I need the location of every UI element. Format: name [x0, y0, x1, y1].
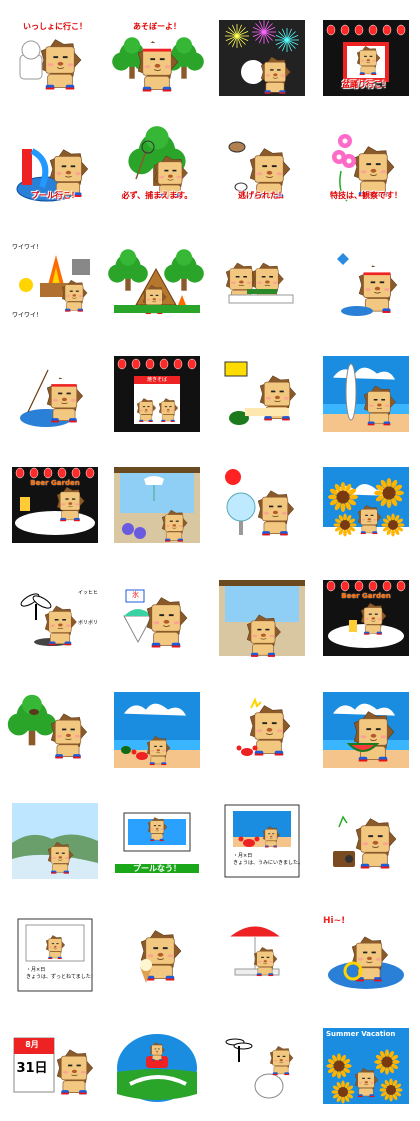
sticker-17[interactable]: Beer Garden [12, 467, 98, 543]
sticker-caption: 盆踊り行こ！ [342, 80, 390, 89]
sticker-caption: 逃げられた！ [238, 191, 286, 200]
sticker-illustration [328, 936, 404, 989]
sticker-illustration [7, 694, 88, 759]
sticker-19[interactable] [219, 467, 305, 543]
sticker-illustration [323, 467, 409, 537]
sticker-22[interactable]: 氷 [114, 580, 200, 656]
sticker-illustration [323, 692, 409, 768]
sticker-14[interactable]: 焼きそば [114, 356, 200, 432]
sticker-21[interactable]: イッヒヒ ボリボリ [12, 580, 98, 656]
sticker-31[interactable]: ・月×日 きょうは、うみにいきました。 [219, 803, 305, 879]
sticker-illustration [333, 815, 397, 869]
sticker-illustration [19, 39, 82, 90]
sticker-illustration [114, 467, 200, 543]
sticker-caption: 必ず、捕まえます。 [121, 191, 193, 200]
sticker-illustration [224, 804, 300, 878]
sticker-20[interactable] [323, 467, 409, 543]
sticker-illustration [17, 918, 93, 992]
sticker-35[interactable] [219, 917, 305, 993]
sticker-25[interactable] [7, 692, 98, 768]
sticker-illustration [225, 262, 294, 304]
sticker-illustration [225, 1038, 294, 1099]
sticker-16[interactable] [323, 356, 409, 432]
sticker-caption: ボリボリ [77, 620, 98, 626]
sticker-caption: 8月 [25, 1040, 39, 1049]
sticker-illustration [12, 803, 98, 879]
sticker-caption: 氷 [132, 591, 139, 599]
sticker-caption: 31日 [16, 1061, 48, 1076]
sticker-38[interactable] [114, 1028, 200, 1104]
sticker-illustration [117, 1034, 197, 1102]
sticker-illustration [323, 1028, 409, 1104]
sticker-18[interactable] [114, 467, 200, 543]
sticker-caption: きょうは、うみにいきました。 [233, 860, 304, 866]
sticker-illustration [112, 37, 204, 92]
sticker-10[interactable] [108, 245, 204, 321]
sticker-illustration [19, 255, 90, 312]
sticker-12[interactable] [323, 245, 409, 321]
sticker-8[interactable]: 特技は、観察です！ [323, 131, 409, 207]
sticker-27[interactable] [219, 692, 305, 768]
sticker-caption: Beer Garden [341, 592, 391, 600]
sticker-caption: ワイワイ！ [12, 312, 43, 319]
sticker-15[interactable] [219, 356, 305, 432]
sticker-caption: いっしょに行こ！ [23, 22, 87, 31]
sticker-caption: ・月×日 [233, 853, 253, 859]
sticker-illustration [20, 369, 84, 427]
sticker-4[interactable]: 盆踊り行こ！ [323, 20, 409, 96]
sticker-caption: ・月×日 [26, 967, 46, 973]
sticker-caption: 特技は、観察です！ [330, 191, 402, 200]
sticker-39[interactable] [219, 1028, 305, 1104]
sticker-29[interactable] [12, 803, 98, 879]
sticker-caption: プールなう！ [114, 863, 200, 874]
sticker-23[interactable] [219, 580, 305, 657]
sticker-26[interactable] [114, 692, 200, 768]
sticker-3[interactable] [219, 20, 305, 96]
sticker-illustration [114, 692, 200, 768]
sticker-9[interactable]: ワイワイ！ ワイワイ！ [12, 245, 98, 321]
sticker-caption: Summer Vacation [326, 1030, 396, 1038]
sticker-illustration [114, 356, 200, 432]
sticker-caption: きょうは、ずっとねてました！ [26, 974, 96, 980]
sticker-13[interactable] [12, 356, 98, 432]
sticker-caption: Beer Garden [30, 479, 80, 487]
sticker-32[interactable] [323, 803, 409, 879]
sticker-11[interactable] [219, 245, 305, 321]
sticker-caption: イッヒヒ [77, 590, 98, 596]
sticker-grid: いっしょに行こ！ あそぼーよ！ 盆踊り行こ！ プール行こ！ 必ず、捕まえます。 逃げら… [0, 0, 420, 1121]
sticker-illustration [219, 20, 305, 96]
sticker-5[interactable]: プール行こ！ [12, 131, 98, 207]
sticker-28[interactable] [323, 692, 409, 768]
sticker-2[interactable]: あそぼーよ！ [112, 20, 204, 96]
sticker-30[interactable]: プールなう！ [114, 803, 200, 879]
sticker-illustration [219, 580, 305, 657]
sticker-illustration [108, 249, 204, 315]
sticker-illustration [227, 925, 283, 977]
sticker-24[interactable]: Beer Garden [323, 580, 409, 656]
sticker-37[interactable]: 8月 31日 [12, 1028, 98, 1104]
sticker-34[interactable] [114, 917, 200, 993]
sticker-illustration [219, 356, 305, 425]
sticker-illustration [337, 253, 398, 316]
sticker-caption: あそぼーよ！ [133, 22, 181, 31]
sticker-caption: Hi~! [323, 916, 346, 926]
sticker-caption: 焼きそば [146, 377, 167, 383]
sticker-illustration [225, 469, 295, 536]
sticker-1[interactable]: いっしょに行こ！ [12, 20, 98, 96]
sticker-36[interactable]: Hi~! [323, 917, 409, 993]
sticker-caption: プール行こ！ [31, 191, 79, 200]
sticker-illustration [140, 930, 182, 983]
sticker-33[interactable]: ・月×日 きょうは、ずっとねてました！ [12, 917, 98, 993]
sticker-illustration [323, 356, 409, 432]
sticker-illustration [236, 697, 291, 756]
sticker-40[interactable]: Summer Vacation [323, 1028, 409, 1104]
sticker-7[interactable]: 逃げられた！ [219, 131, 305, 207]
sticker-6[interactable]: 必ず、捕まえます。 [114, 126, 200, 207]
sticker-caption: ワイワイ！ [12, 244, 43, 251]
